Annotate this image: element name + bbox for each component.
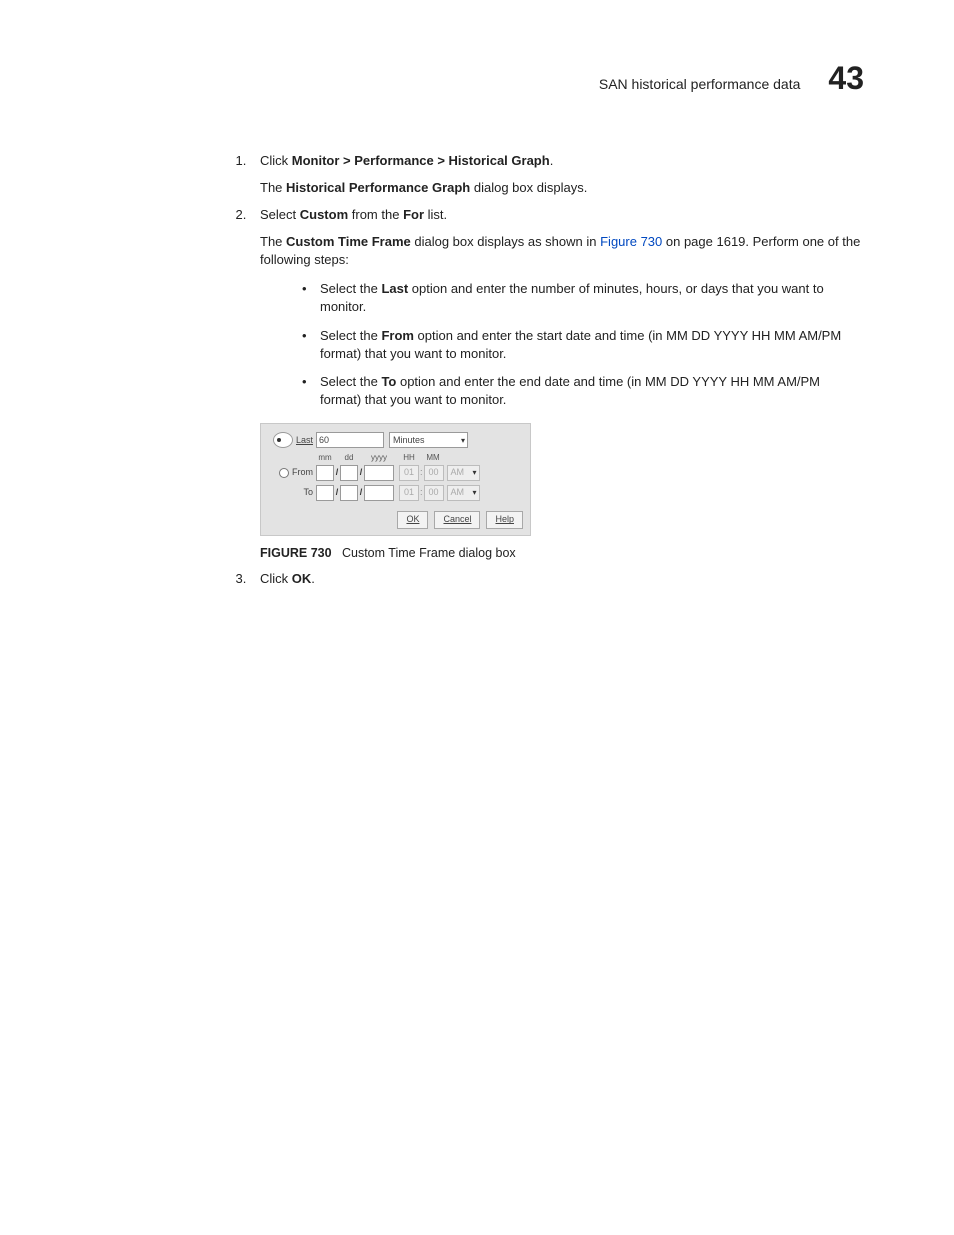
row-to: To / / 01 : 00 AM ▾ bbox=[268, 485, 523, 501]
to-mm-input[interactable] bbox=[316, 485, 334, 501]
head-HH: HH bbox=[399, 452, 419, 464]
step-2-res-b: Custom Time Frame bbox=[286, 234, 411, 249]
last-value-input[interactable]: 60 bbox=[316, 432, 384, 448]
step-2: Select Custom from the For list. The Cus… bbox=[250, 206, 864, 562]
step-1-res-pre: The bbox=[260, 180, 286, 195]
to-dd-input[interactable] bbox=[340, 485, 358, 501]
ok-button[interactable]: OK bbox=[397, 511, 428, 529]
row-headers: mm dd yyyy HH MM bbox=[268, 452, 523, 464]
from-ampm-select[interactable]: AM ▾ bbox=[447, 465, 480, 481]
b1-pre: Select the bbox=[320, 281, 381, 296]
step-2-result: The Custom Time Frame dialog box display… bbox=[260, 233, 864, 271]
b3-pre: Select the bbox=[320, 374, 381, 389]
head-mm: mm bbox=[316, 452, 334, 464]
figure-caption-text: Custom Time Frame dialog box bbox=[342, 546, 516, 560]
radio-from[interactable] bbox=[279, 468, 289, 478]
page-header: SAN historical performance data 43 bbox=[90, 60, 864, 97]
cancel-label: Cancel bbox=[443, 513, 471, 526]
b1-b: Last bbox=[381, 281, 408, 296]
step-2-suf: list. bbox=[424, 207, 447, 222]
step-1-text-suf: . bbox=[550, 153, 554, 168]
to-ampm-select[interactable]: AM ▾ bbox=[447, 485, 480, 501]
figure-number: FIGURE 730 bbox=[260, 546, 332, 560]
from-dd-input[interactable] bbox=[340, 465, 358, 481]
head-dd: dd bbox=[340, 452, 358, 464]
head-yyyy: yyyy bbox=[364, 452, 394, 464]
help-button[interactable]: Help bbox=[486, 511, 523, 529]
step-2-pre: Select bbox=[260, 207, 300, 222]
step-1-text-pre: Click bbox=[260, 153, 292, 168]
to-min[interactable]: 00 bbox=[424, 485, 444, 501]
step-3-pre: Click bbox=[260, 571, 292, 586]
step-1-result: The Historical Performance Graph dialog … bbox=[260, 179, 864, 198]
b3-b: To bbox=[381, 374, 396, 389]
chevron-down-icon: ▾ bbox=[461, 435, 465, 447]
step-2-b1: Custom bbox=[300, 207, 348, 222]
step-1-res-bold: Historical Performance Graph bbox=[286, 180, 470, 195]
figure-caption: FIGURE 730 Custom Time Frame dialog box bbox=[260, 544, 864, 562]
to-hh[interactable]: 01 bbox=[399, 485, 419, 501]
step-2-res-pre: The bbox=[260, 234, 286, 249]
step-3-b: OK bbox=[292, 571, 312, 586]
step-2-mid: from the bbox=[348, 207, 403, 222]
cancel-button[interactable]: Cancel bbox=[434, 511, 480, 529]
figure-link[interactable]: Figure 730 bbox=[600, 234, 662, 249]
custom-time-frame-dialog: Last 60 Minutes ▾ mm dd bbox=[260, 423, 531, 536]
radio-last[interactable] bbox=[273, 432, 293, 448]
ok-label: OK bbox=[406, 513, 419, 526]
chapter-number: 43 bbox=[828, 60, 864, 97]
label-from: From bbox=[292, 466, 313, 479]
dialog-buttons: OK Cancel Help bbox=[268, 511, 523, 529]
bullet-last: Select the Last option and enter the num… bbox=[302, 280, 864, 316]
b2-b: From bbox=[381, 328, 414, 343]
from-hh[interactable]: 01 bbox=[399, 465, 419, 481]
to-ampm-val: AM bbox=[451, 486, 465, 499]
label-last: Last bbox=[296, 434, 313, 447]
label-to: To bbox=[303, 486, 313, 499]
step-2-res-mid: dialog box displays as shown in bbox=[411, 234, 600, 249]
chevron-down-icon: ▾ bbox=[473, 487, 477, 499]
step-1: Click Monitor > Performance > Historical… bbox=[250, 152, 864, 198]
bullet-from: Select the From option and enter the sta… bbox=[302, 327, 864, 363]
step-2-b2: For bbox=[403, 207, 424, 222]
b2-pre: Select the bbox=[320, 328, 381, 343]
step-3: Click OK. bbox=[250, 570, 864, 589]
row-last: Last 60 Minutes ▾ bbox=[268, 432, 523, 448]
to-yyyy-input[interactable] bbox=[364, 485, 394, 501]
header-title: SAN historical performance data bbox=[599, 76, 801, 92]
step-1-path: Monitor > Performance > Historical Graph bbox=[292, 153, 550, 168]
units-value: Minutes bbox=[393, 434, 425, 447]
from-yyyy-input[interactable] bbox=[364, 465, 394, 481]
steps-list: Click Monitor > Performance > Historical… bbox=[90, 152, 864, 589]
from-mm-input[interactable] bbox=[316, 465, 334, 481]
step-3-suf: . bbox=[311, 571, 315, 586]
step-2-bullets: Select the Last option and enter the num… bbox=[260, 280, 864, 409]
step-1-res-suf: dialog box displays. bbox=[470, 180, 587, 195]
help-label: Help bbox=[495, 513, 514, 526]
row-from: From / / 01 : 00 AM ▾ bbox=[268, 465, 523, 481]
units-select[interactable]: Minutes ▾ bbox=[389, 432, 468, 448]
chevron-down-icon: ▾ bbox=[473, 467, 477, 479]
from-min[interactable]: 00 bbox=[424, 465, 444, 481]
bullet-to: Select the To option and enter the end d… bbox=[302, 373, 864, 409]
from-ampm-val: AM bbox=[451, 466, 465, 479]
figure-730: Last 60 Minutes ▾ mm dd bbox=[260, 423, 864, 562]
head-MM: MM bbox=[423, 452, 443, 464]
